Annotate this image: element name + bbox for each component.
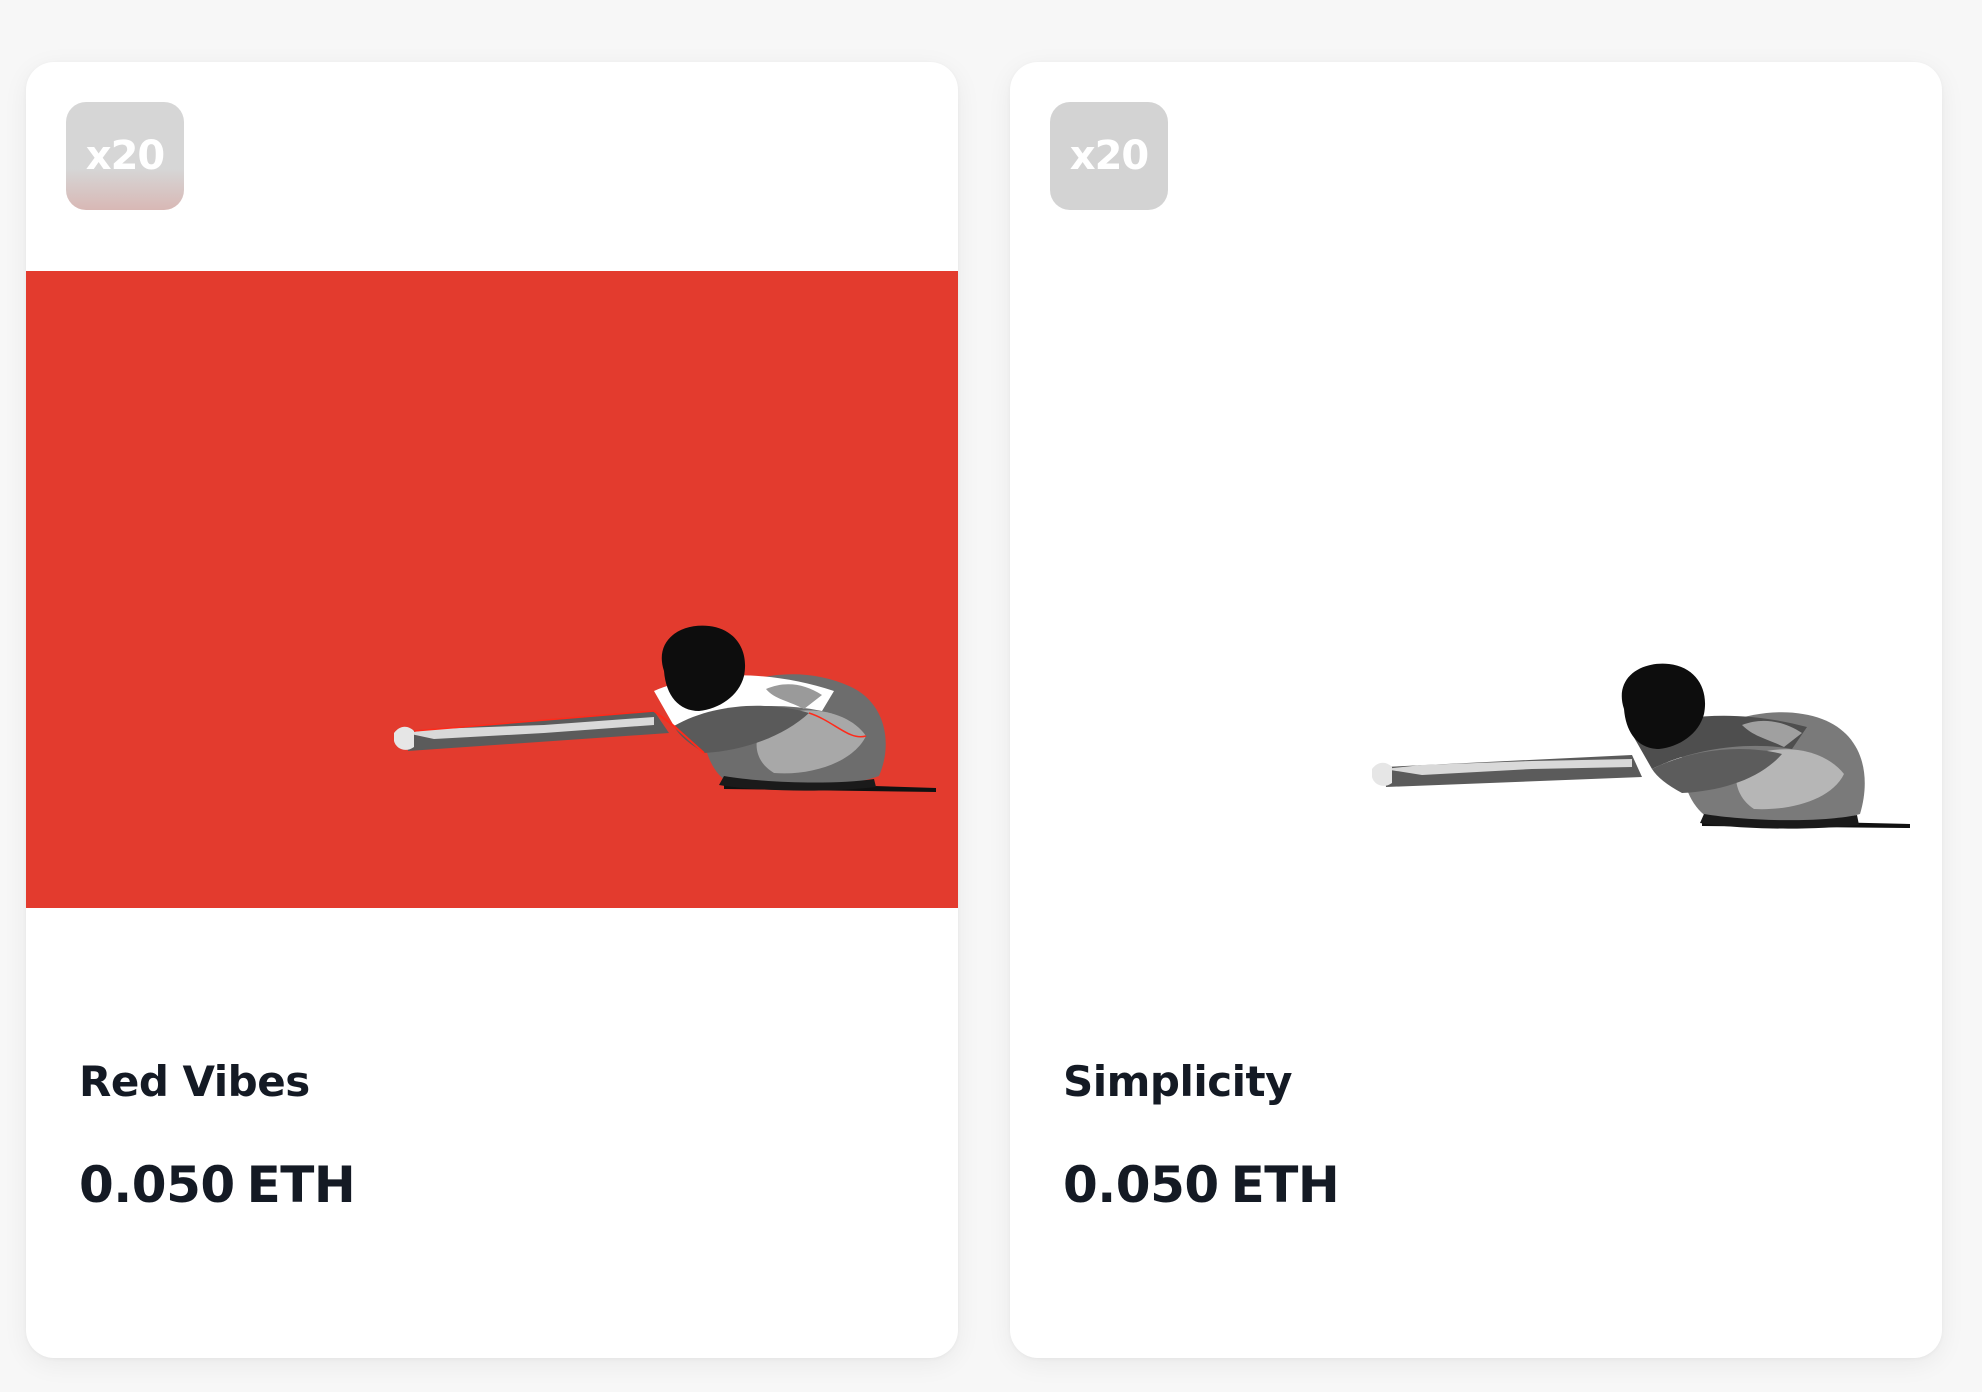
price-currency: ETH [1230, 1156, 1340, 1214]
price-value: 0.050 [79, 1156, 235, 1214]
nft-card-red-vibes[interactable]: x20 Red Vibes 0.050 ETH [26, 62, 958, 1358]
artwork-image[interactable] [1010, 271, 1942, 908]
nft-card-simplicity[interactable]: x20 Simplicity 0.050 ETH [1010, 62, 1942, 1358]
art-background [26, 271, 958, 908]
yoga-figure-illustration [1010, 271, 1942, 908]
nft-title[interactable]: Red Vibes [79, 1057, 310, 1106]
artwork-image[interactable] [26, 271, 958, 908]
nft-title[interactable]: Simplicity [1063, 1057, 1293, 1106]
nft-price: 0.050 ETH [1063, 1156, 1340, 1214]
price-currency: ETH [246, 1156, 356, 1214]
edition-count-badge: x20 [1050, 102, 1168, 210]
nft-card-grid: x20 Red Vibes 0.050 ETH x20 Simplicity 0… [0, 0, 1982, 1392]
edition-count-badge: x20 [66, 102, 184, 210]
price-value: 0.050 [1063, 1156, 1219, 1214]
nft-price: 0.050 ETH [79, 1156, 356, 1214]
yoga-figure-illustration [26, 271, 958, 908]
